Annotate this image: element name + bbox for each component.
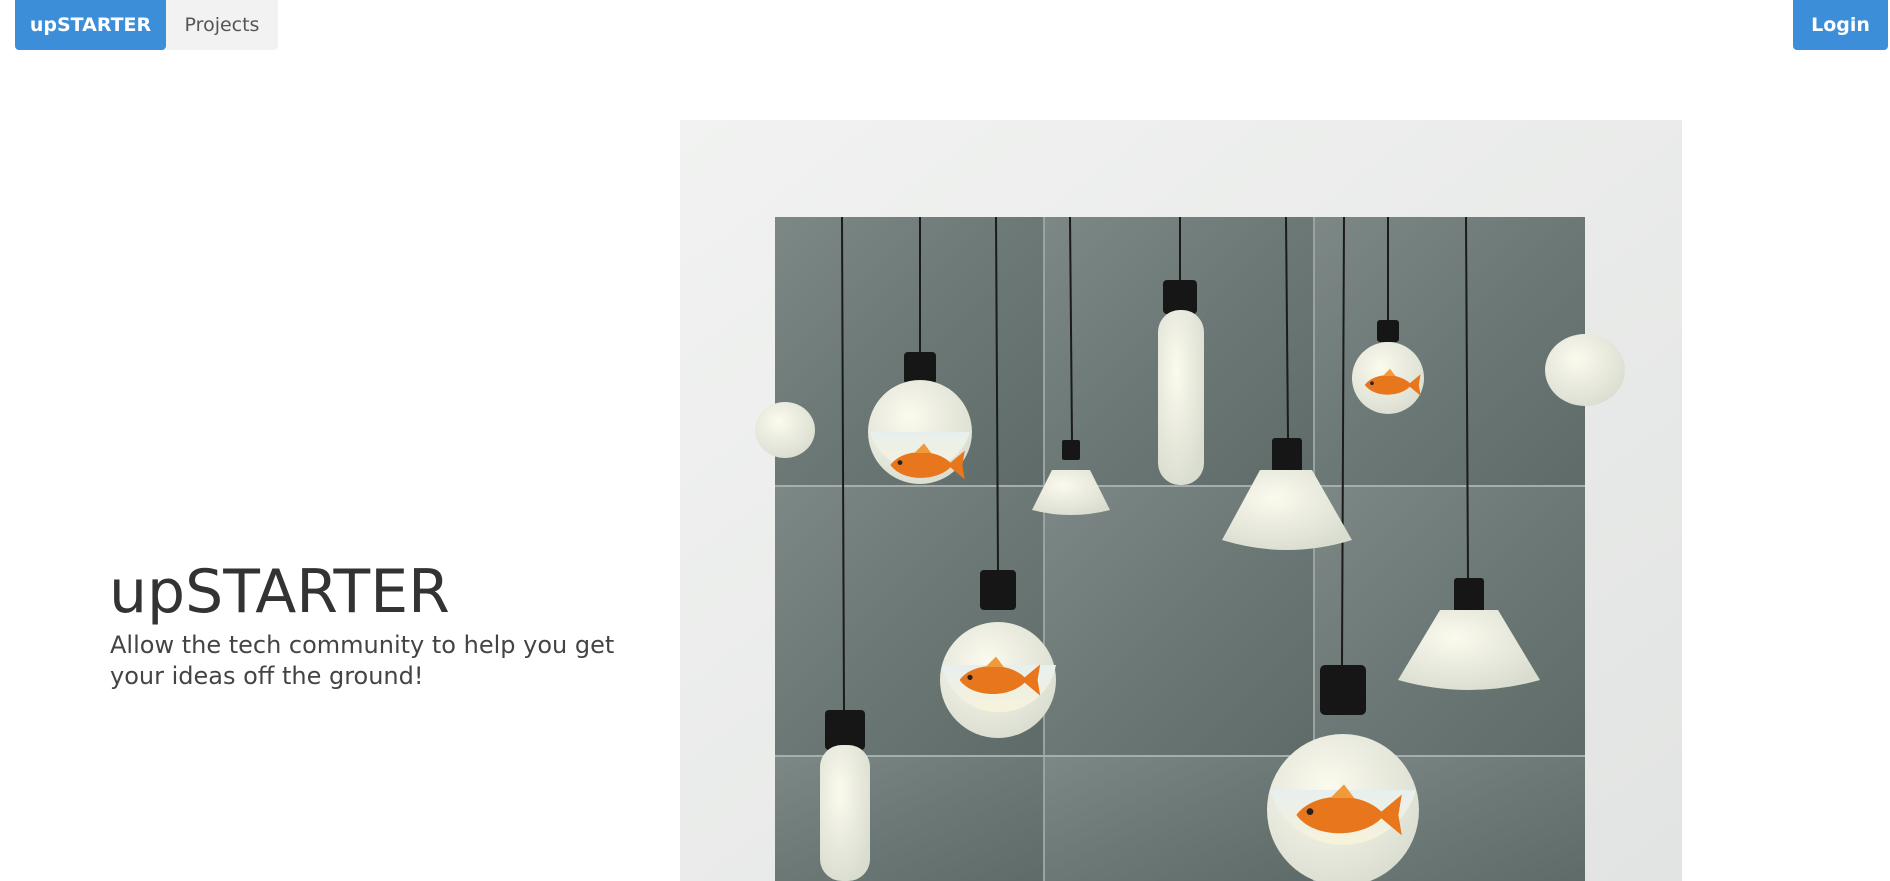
hero-image — [680, 120, 1682, 881]
brand-button[interactable]: upSTARTER — [15, 0, 166, 50]
hero-title: upSTARTER — [109, 557, 450, 627]
top-navbar: upSTARTER Projects Login — [0, 0, 1890, 60]
hanging-lightbulbs-goldfish-image — [680, 120, 1682, 881]
projects-nav-link[interactable]: Projects — [166, 0, 278, 50]
login-button[interactable]: Login — [1793, 0, 1888, 50]
hero-subtitle: Allow the tech community to help you get… — [110, 631, 615, 690]
